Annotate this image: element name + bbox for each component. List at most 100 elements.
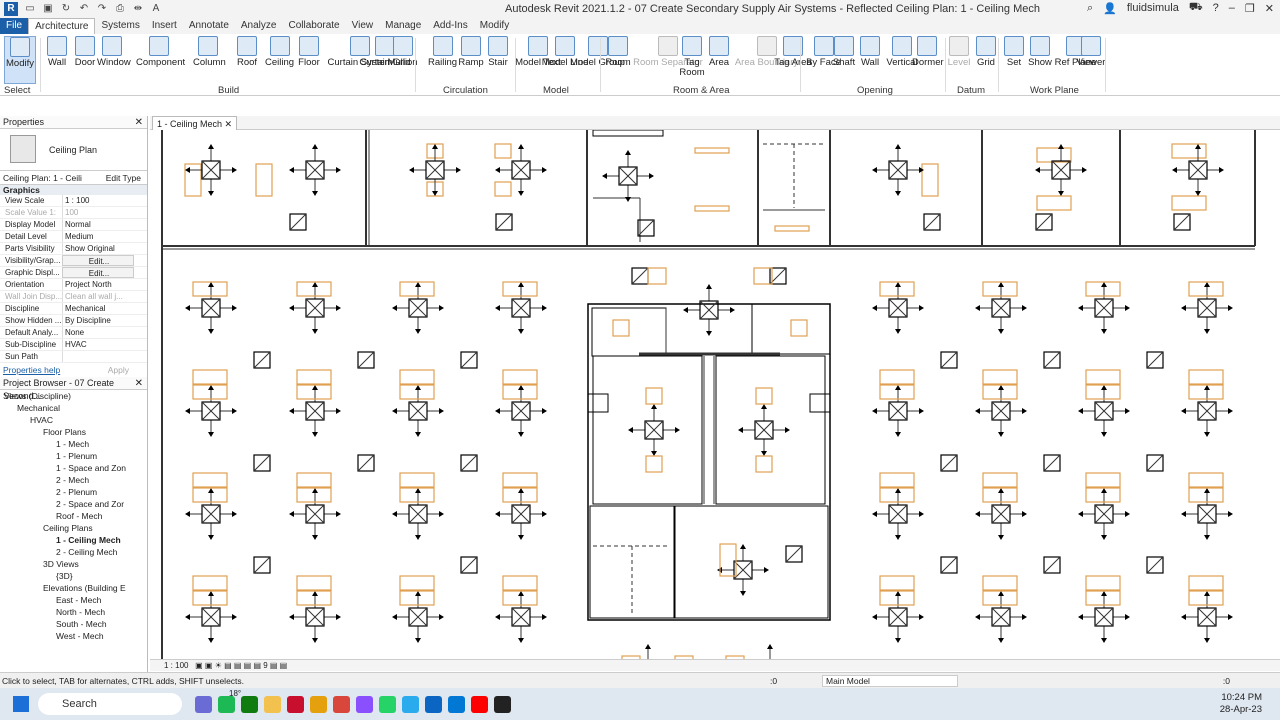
property-value[interactable]: Mechanical bbox=[62, 303, 134, 314]
type-selector[interactable]: Ceiling Plan bbox=[0, 129, 147, 171]
open-icon[interactable]: ▭ bbox=[24, 3, 36, 15]
property-row[interactable]: Display Model Normal bbox=[0, 219, 147, 231]
tree-node[interactable]: Floor Plans bbox=[0, 426, 147, 438]
spotify-icon[interactable] bbox=[218, 696, 235, 713]
maximize-button[interactable]: ❐ bbox=[1245, 2, 1255, 15]
property-value[interactable]: Normal bbox=[62, 219, 134, 230]
tool-shaft[interactable]: Shaft bbox=[831, 36, 857, 68]
tool-door[interactable]: Door bbox=[72, 36, 98, 68]
tab-view[interactable]: View bbox=[346, 18, 380, 34]
property-row[interactable]: View Scale 1 : 100 bbox=[0, 195, 147, 207]
tab-manage[interactable]: Manage bbox=[379, 18, 427, 34]
save-icon[interactable]: ▣ bbox=[42, 3, 54, 15]
tree-node[interactable]: South - Mech bbox=[0, 618, 147, 630]
telegram-icon[interactable] bbox=[402, 696, 419, 713]
tool-level[interactable]: Level bbox=[946, 36, 972, 68]
close-icon[interactable]: ✕ bbox=[135, 377, 143, 390]
view-scale[interactable]: 1 : 100 bbox=[164, 661, 188, 670]
tree-node[interactable]: HVAC bbox=[0, 414, 147, 426]
tool-dormer[interactable]: Dormer bbox=[912, 36, 944, 68]
print-icon[interactable]: ⎙ bbox=[114, 3, 126, 15]
tree-node[interactable]: Roof - Mech bbox=[0, 510, 147, 522]
brave-icon[interactable] bbox=[333, 696, 350, 713]
search-icon[interactable]: ⌕ bbox=[1087, 2, 1093, 15]
property-value[interactable]: 1 : 100 bbox=[62, 195, 134, 206]
outlook-icon[interactable] bbox=[448, 696, 465, 713]
help-icon[interactable]: ? bbox=[1213, 2, 1219, 14]
user-icon[interactable]: 👤 bbox=[1103, 2, 1117, 15]
tool-show[interactable]: Show bbox=[1027, 36, 1053, 68]
property-value[interactable]: None bbox=[62, 327, 134, 338]
view-tab-ceiling-mech[interactable]: 1 - Ceiling Mech ✕ bbox=[152, 116, 238, 130]
property-value[interactable]: Clean all wall j... bbox=[62, 291, 134, 302]
close-button[interactable]: ✕ bbox=[1265, 2, 1274, 15]
property-row[interactable]: Graphic Displ... Edit... bbox=[0, 267, 147, 279]
folder-icon[interactable] bbox=[264, 696, 281, 713]
tree-node[interactable]: Mechanical bbox=[0, 402, 147, 414]
property-row[interactable]: Discipline Mechanical bbox=[0, 303, 147, 315]
tab-collaborate[interactable]: Collaborate bbox=[282, 18, 345, 34]
tool-area[interactable]: Area bbox=[706, 36, 732, 68]
property-row[interactable]: Visibility/Grap... Edit... bbox=[0, 255, 147, 267]
tree-node[interactable]: Ceiling Plans bbox=[0, 522, 147, 534]
redo-icon[interactable]: ↷ bbox=[96, 3, 108, 15]
property-row[interactable]: Scale Value 1: 100 bbox=[0, 207, 147, 219]
property-value[interactable]: HVAC bbox=[62, 339, 134, 350]
property-row[interactable]: Sub-Discipline HVAC bbox=[0, 339, 147, 351]
clock[interactable]: 10:24 PM 28-Apr-23 bbox=[1220, 692, 1262, 716]
tree-node[interactable]: 2 - Space and Zor bbox=[0, 498, 147, 510]
youtube-icon[interactable] bbox=[471, 696, 488, 713]
revit-logo-icon[interactable]: R bbox=[4, 2, 18, 16]
tool-railing[interactable]: Railing bbox=[425, 36, 460, 68]
revit-icon[interactable] bbox=[287, 696, 304, 713]
property-value[interactable]: Project North bbox=[62, 279, 134, 290]
tab-architecture[interactable]: Architecture bbox=[28, 18, 96, 34]
tab-systems[interactable]: Systems bbox=[95, 18, 145, 34]
windows-start-icon[interactable] bbox=[13, 696, 29, 712]
sync-icon[interactable]: ↻ bbox=[60, 3, 72, 15]
properties-help-link[interactable]: Properties help bbox=[3, 365, 60, 375]
workset-dropdown[interactable]: Main Model bbox=[822, 675, 958, 687]
tab-insert[interactable]: Insert bbox=[146, 18, 183, 34]
tool-ceiling[interactable]: Ceiling bbox=[262, 36, 297, 68]
property-value[interactable]: By Discipline bbox=[62, 315, 134, 326]
user-name[interactable]: fluidsimula bbox=[1127, 2, 1179, 14]
tool-grid[interactable]: Grid bbox=[973, 36, 999, 68]
tree-node[interactable]: Elevations (Building E bbox=[0, 582, 147, 594]
close-icon[interactable]: ✕ bbox=[135, 116, 143, 129]
tool-viewer[interactable]: Viewer bbox=[1076, 36, 1106, 68]
property-value[interactable]: Edit... bbox=[62, 255, 134, 266]
notion-icon[interactable] bbox=[494, 696, 511, 713]
tool-window[interactable]: Window bbox=[97, 36, 131, 68]
tab-file[interactable]: File bbox=[0, 18, 29, 34]
tool-component[interactable]: Component bbox=[136, 36, 185, 68]
property-row[interactable]: Parts Visibility Show Original bbox=[0, 243, 147, 255]
edge-icon[interactable] bbox=[425, 696, 442, 713]
property-row[interactable]: Detail Level Medium bbox=[0, 231, 147, 243]
tab-annotate[interactable]: Annotate bbox=[183, 18, 235, 34]
edit-type-button[interactable]: Edit Type bbox=[106, 171, 141, 185]
tree-node[interactable]: East - Mech bbox=[0, 594, 147, 606]
app-icon[interactable] bbox=[356, 696, 373, 713]
files-icon[interactable] bbox=[310, 696, 327, 713]
property-value[interactable] bbox=[62, 351, 134, 362]
tool-stair[interactable]: Stair bbox=[485, 36, 511, 68]
property-row[interactable]: Sun Path bbox=[0, 351, 147, 363]
tree-node[interactable]: 1 - Ceiling Mech bbox=[0, 534, 147, 546]
tab-modify[interactable]: Modify bbox=[474, 18, 515, 34]
whatsapp-icon[interactable] bbox=[379, 696, 396, 713]
tree-node[interactable]: 2 - Mech bbox=[0, 474, 147, 486]
tool-wall[interactable]: Wall bbox=[44, 36, 70, 68]
property-row[interactable]: Show Hidden ... By Discipline bbox=[0, 315, 147, 327]
apply-button[interactable]: Apply bbox=[108, 363, 129, 377]
undo-icon[interactable]: ↶ bbox=[78, 3, 90, 15]
tool-ramp[interactable]: Ramp bbox=[458, 36, 484, 68]
drawing-canvas[interactable] bbox=[150, 130, 1268, 660]
tree-node[interactable]: 2 - Plenum bbox=[0, 486, 147, 498]
taskbar-search[interactable]: Search bbox=[38, 693, 182, 715]
property-row[interactable]: Orientation Project North bbox=[0, 279, 147, 291]
cart-icon[interactable]: ⛟ bbox=[1189, 1, 1203, 15]
teams-icon[interactable] bbox=[195, 696, 212, 713]
tree-node[interactable]: {3D} bbox=[0, 570, 147, 582]
tree-node[interactable]: 1 - Plenum bbox=[0, 450, 147, 462]
